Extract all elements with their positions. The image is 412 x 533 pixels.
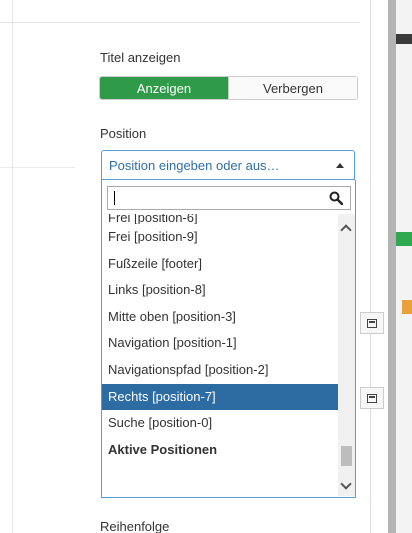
- list-item[interactable]: Mitte oben [position-3]: [102, 304, 338, 331]
- anzeigen-button[interactable]: Anzeigen: [100, 77, 228, 99]
- titel-anzeigen-label: Titel anzeigen: [100, 50, 181, 65]
- list-item[interactable]: Navigationspfad [position-2]: [102, 357, 338, 384]
- top-divider: [0, 22, 360, 23]
- right-panel-green-block: [396, 232, 412, 246]
- side-calendar-button-1[interactable]: [360, 312, 384, 334]
- list-item[interactable]: Frei [position-9]: [102, 224, 338, 251]
- position-label: Position: [100, 126, 147, 141]
- right-panel-orange-block: [402, 300, 412, 314]
- list-item[interactable]: Fußzeile [footer]: [102, 251, 338, 278]
- list-item[interactable]: Suche [position-0]: [102, 410, 338, 437]
- right-panel: [396, 0, 412, 533]
- list-item-selected[interactable]: Rechts [position-7]: [102, 383, 338, 411]
- chevron-up-icon[interactable]: [340, 224, 352, 236]
- list-item[interactable]: Navigation [position-1]: [102, 330, 338, 357]
- reihenfolge-label: Reihenfolge: [100, 519, 170, 533]
- calendar-icon: [367, 318, 377, 328]
- position-search-input[interactable]: [108, 187, 318, 209]
- right-scroll-area[interactable]: [388, 0, 396, 533]
- search-icon: [329, 191, 343, 205]
- position-search-field[interactable]: [107, 186, 351, 210]
- list-group-header: Aktive Positionen: [108, 441, 218, 457]
- chevron-down-icon[interactable]: [340, 478, 352, 490]
- position-select[interactable]: Position eingeben oder aus…: [101, 150, 355, 180]
- caret-up-icon[interactable]: [326, 151, 354, 179]
- verbergen-button[interactable]: Verbergen: [228, 77, 357, 99]
- scrollbar-thumb[interactable]: [341, 446, 352, 466]
- calendar-icon: [367, 393, 377, 403]
- side-calendar-button-2[interactable]: [360, 387, 384, 409]
- position-dropdown: Frei [position-6] Frei [position-9] Fußz…: [101, 180, 356, 498]
- left-panel-border: [12, 0, 13, 533]
- list-item[interactable]: Frei [position-6]: [102, 214, 338, 224]
- right-panel-dark-block: [396, 34, 412, 44]
- dropdown-scrollbar[interactable]: [338, 214, 355, 496]
- left-divider: [0, 167, 75, 168]
- position-select-value: Position eingeben oder aus…: [109, 157, 280, 173]
- list-item[interactable]: Links [position-8]: [102, 277, 338, 304]
- titel-toggle[interactable]: Anzeigen Verbergen: [99, 76, 358, 100]
- position-list: Frei [position-6] Frei [position-9] Fußz…: [102, 214, 338, 496]
- right-divider: [370, 0, 371, 533]
- text-cursor: [114, 191, 115, 205]
